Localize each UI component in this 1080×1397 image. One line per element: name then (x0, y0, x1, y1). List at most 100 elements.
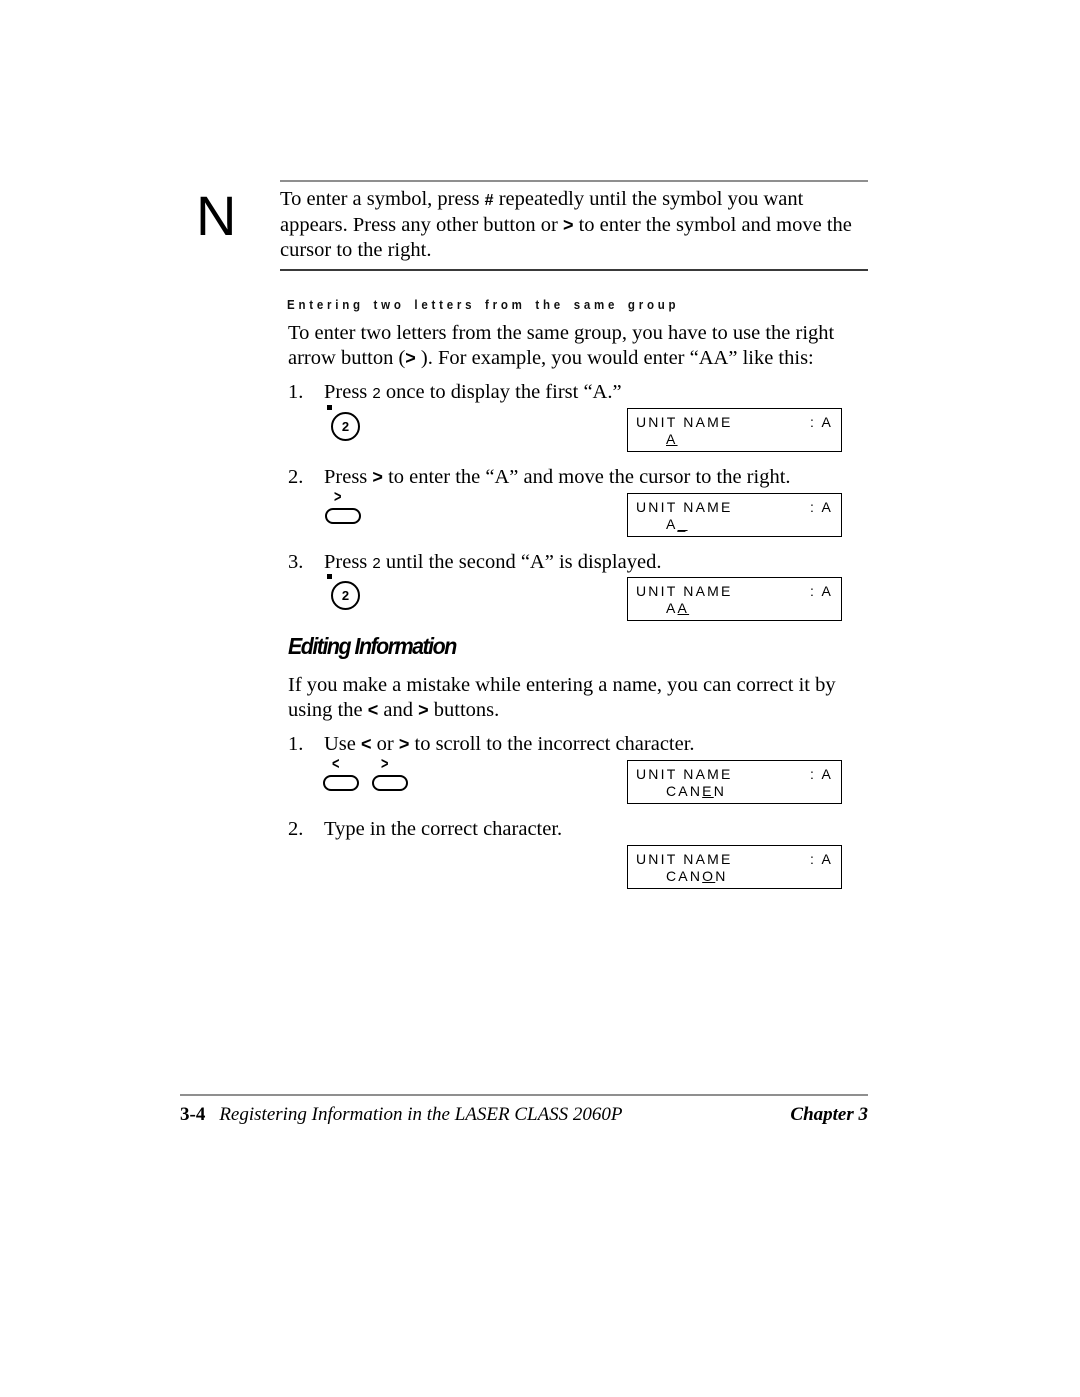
step-2: 2. Press > to enter the “A” and move the… (288, 465, 888, 490)
hash-key-glyph: # (484, 192, 494, 209)
step-text-b: to scroll to the incorrect character. (409, 733, 695, 755)
footer-rule (180, 1094, 868, 1096)
step-text-a: Use (324, 733, 362, 755)
lcd-cursor-char: A (666, 431, 678, 447)
right-arrow-icon: > (334, 487, 342, 506)
right-arrow-glyph: > (372, 467, 383, 487)
lcd-row-value: A (636, 431, 678, 447)
editing-step-2: 2. Type in the correct character. (288, 817, 888, 842)
step-text-b: once to display the first “A.” (380, 381, 622, 403)
lcd-row-top: UNIT NAME : A (636, 583, 833, 599)
lcd-label: UNIT NAME (636, 851, 733, 867)
lcd-cursor-char: A (677, 600, 690, 616)
step-text-a: Press (324, 551, 373, 573)
step-text-mid: or (371, 733, 399, 755)
lcd-value-pre: CAN (666, 868, 703, 884)
step-text: Use < or > to scroll to the incorrect ch… (324, 732, 695, 757)
keypad-2-glyph: 2 (372, 385, 381, 402)
editing-line2-mid: and (378, 699, 419, 721)
footer-title: Registering Information in the LASER CLA… (219, 1104, 623, 1125)
note-line1-part-a: To enter a symbol, press (280, 188, 485, 210)
right-arrow-button[interactable]: > (371, 755, 415, 799)
lcd-row-value: AA (636, 600, 689, 616)
lcd-value-post: N (713, 783, 727, 799)
lcd-row-value: CANON (636, 868, 728, 884)
editing-line2-part-b: buttons. (428, 699, 500, 721)
lcd-row-top: UNIT NAME : A (636, 499, 833, 515)
lcd-display-step1: UNIT NAME : A A (627, 408, 842, 452)
lcd-label: UNIT NAME (636, 766, 733, 782)
lcd-display-step2: UNIT NAME : A A_ (627, 493, 842, 537)
intro-line2-part-a: button ( (340, 347, 406, 369)
lcd-cursor-char: _ (677, 516, 688, 532)
note-body: N To enter a symbol, press # repeatedly … (196, 182, 868, 269)
step-number: 2. (288, 466, 304, 488)
footer-chapter: Chapter 3 (790, 1104, 868, 1125)
lcd-row-top: UNIT NAME : A (636, 414, 833, 430)
step-number: 2. (288, 818, 304, 840)
keypad-button-label: 2 (331, 581, 360, 610)
lcd-mode: : A (810, 414, 833, 430)
lcd-display-editing-1: UNIT NAME : A CANEN (627, 760, 842, 804)
keypad-button-2[interactable]: 2 (322, 572, 376, 620)
right-arrow-glyph: > (418, 700, 429, 720)
lcd-value-pre: A (666, 600, 678, 616)
left-arrow-icon: < (332, 754, 340, 773)
right-arrow-glyph: > (405, 348, 416, 368)
note-line2-part-a: Press any other button or (352, 214, 563, 236)
step-text: Type in the correct character. (324, 818, 563, 840)
subsection-heading: Entering two letters from the same group (287, 298, 680, 312)
lcd-row-value: CANEN (636, 783, 726, 799)
lcd-mode: : A (810, 851, 833, 867)
note-box: N To enter a symbol, press # repeatedly … (196, 180, 868, 271)
arrow-button-body (372, 775, 408, 791)
lcd-mode: : A (810, 499, 833, 515)
right-arrow-icon: > (381, 754, 389, 773)
note-line3: the right. (357, 239, 432, 261)
editing-line2-part-a: the (337, 699, 368, 721)
right-arrow-glyph: > (562, 215, 574, 235)
note-text: To enter a symbol, press # repeatedly un… (280, 182, 868, 269)
arrow-button-body (323, 775, 359, 791)
document-page: N To enter a symbol, press # repeatedly … (0, 0, 1080, 1397)
footer-page-number: 3-4 (180, 1104, 206, 1125)
arrow-button-body (325, 508, 361, 524)
lcd-mode: : A (810, 583, 833, 599)
step-number: 1. (288, 381, 304, 403)
section-heading-editing-information: Editing Information (288, 633, 457, 659)
step-text: Press > to enter the “A” and move the cu… (324, 465, 791, 490)
editing-paragraph: If you make a mistake while entering a n… (288, 673, 873, 723)
lcd-value-pre: CAN (666, 783, 703, 799)
keypad-button-2[interactable]: 2 (322, 403, 376, 451)
lcd-label: UNIT NAME (636, 583, 733, 599)
step-1: 1. Press 2 once to display the first “A.… (288, 380, 888, 406)
note-bottom-rule (280, 269, 868, 271)
lcd-label: UNIT NAME (636, 414, 733, 430)
lcd-row-top: UNIT NAME : A (636, 851, 833, 867)
page-footer: 3-4 Registering Information in the LASER… (180, 1104, 868, 1126)
editing-step-1: 1. Use < or > to scroll to the incorrect… (288, 732, 888, 757)
keypad-dot-icon (327, 405, 332, 410)
lcd-value-post: N (715, 868, 728, 884)
lcd-display-editing-2: UNIT NAME : A CANON (627, 845, 842, 889)
step-3: 3. Press 2 until the second “A” is displ… (288, 550, 888, 576)
step-text-a: Press (324, 381, 373, 403)
right-arrow-glyph: > (398, 734, 410, 754)
lcd-cursor-char: O (702, 868, 716, 884)
intro-line2-part-b: ). For example, you would enter “AA” lik… (415, 347, 814, 369)
right-arrow-button[interactable]: > (324, 488, 368, 532)
left-arrow-button[interactable]: < (322, 755, 366, 799)
step-number: 3. (288, 551, 304, 573)
lcd-label: UNIT NAME (636, 499, 733, 515)
lcd-cursor-char: E (702, 783, 714, 799)
left-arrow-glyph: < (367, 700, 379, 720)
left-arrow-glyph: < (361, 734, 372, 754)
keypad-2-glyph: 2 (372, 555, 381, 572)
lcd-value-pre: A (666, 516, 678, 532)
step-text-b: until the second “A” is displayed. (380, 551, 662, 573)
lcd-display-step3: UNIT NAME : A AA (627, 577, 842, 621)
keypad-button-label: 2 (331, 412, 360, 441)
lcd-row-top: UNIT NAME : A (636, 766, 833, 782)
keypad-dot-icon (327, 574, 332, 579)
intro-paragraph: To enter two letters from the same group… (288, 321, 873, 371)
